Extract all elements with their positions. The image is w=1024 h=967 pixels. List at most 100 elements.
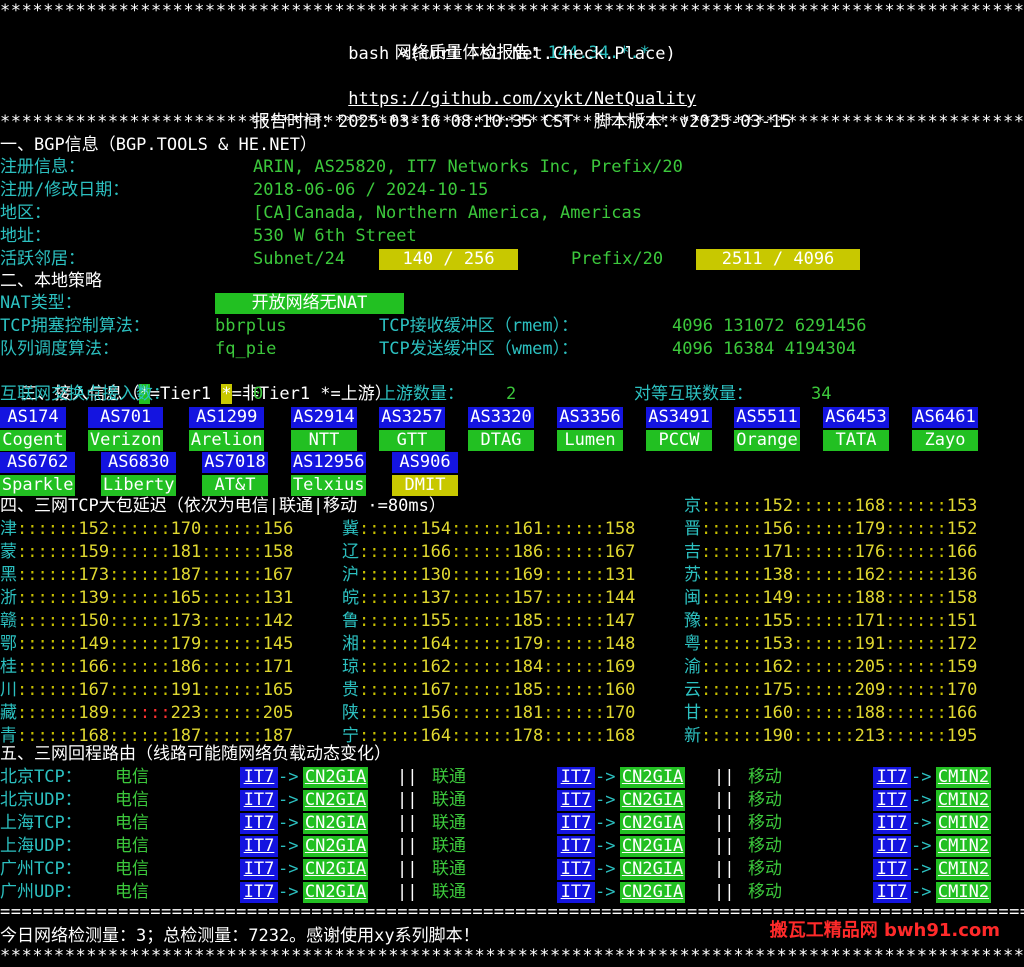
route-telecom-divider: || — [397, 813, 418, 833]
latency-dots: :::::: — [451, 588, 513, 608]
local-section-title: 二、本地策略 — [0, 271, 102, 291]
peer-count: 34 — [811, 384, 832, 404]
latency-telecom: 137 — [420, 588, 452, 608]
peer-name: Cogent — [0, 430, 66, 451]
command-line: bash <(curl -sL Net.Check.Place) — [348, 44, 676, 64]
route-mobile-hop2: CMIN2 — [936, 836, 991, 857]
latency-unicom: 188 — [854, 588, 886, 608]
latency-dots: :::::: — [109, 634, 171, 654]
route-unicom-arrow: -> — [595, 790, 616, 810]
route-unicom-divider: || — [714, 767, 735, 787]
latency-dots: :::::: — [451, 542, 513, 562]
route-unicom-hop1: IT7 — [557, 790, 595, 811]
latency-telecom: 173 — [78, 565, 110, 585]
province-label: 贵 — [342, 680, 359, 700]
province-label: 云 — [684, 680, 701, 700]
latency-dots: :::::: — [701, 519, 763, 539]
latency-cell: 桂::::::166::::::186::::::171 — [0, 657, 293, 678]
latency-dots: :::::: — [359, 565, 421, 585]
latency-mobile: 131 — [262, 588, 294, 608]
peer-name: NTT — [291, 430, 357, 451]
latency-mobile: 158 — [604, 519, 636, 539]
latency-mobile: 147 — [604, 611, 636, 631]
route-telecom-hop2: CN2GIA — [303, 882, 369, 903]
peer-name: Lumen — [557, 430, 623, 451]
latency-dots: :::::: — [451, 726, 513, 746]
latency-cell: 蒙::::::159::::::181::::::158 — [0, 542, 293, 563]
latency-telecom: 138 — [762, 565, 794, 585]
latency-dots: :::::: — [701, 634, 763, 654]
route-unicom-hop1: IT7 — [557, 767, 595, 788]
route-telecom-divider: || — [397, 882, 418, 902]
report-time-line: 报告时间：2025-03-16 08:10:35 CST 脚本版本：v2025-… — [0, 89, 1024, 132]
route-telecom-label: 电信 — [115, 813, 149, 833]
latency-dots: :::::: — [543, 657, 605, 677]
latency-telecom: 162 — [762, 657, 794, 677]
province-label: 鄂 — [0, 634, 17, 654]
latency-dots: :::::: — [201, 519, 263, 539]
latency-telecom: 152 — [78, 519, 110, 539]
wmem-value: 4096 16384 4194304 — [672, 339, 857, 359]
routes-section-title: 五、三网回程路由（线路可能随网络负载动态变化） — [0, 744, 391, 764]
route-mobile-label: 移动 — [748, 790, 782, 810]
latency-unicom: 162 — [854, 565, 886, 585]
latency-cell: 渝::::::162::::::205::::::159 — [684, 657, 977, 678]
latency-dots: :::::: — [451, 519, 513, 539]
latency-mobile: 171 — [262, 657, 294, 677]
latency-mobile: 165 — [262, 680, 294, 700]
route-telecom-label: 电信 — [115, 859, 149, 879]
latency-telecom: 166 — [78, 657, 110, 677]
peer-as: AS174 — [0, 407, 66, 428]
latency-unicom: 168 — [854, 496, 886, 516]
route-city: 上海UDP： — [0, 836, 82, 856]
province-label: 豫 — [684, 611, 701, 631]
route-mobile-arrow: -> — [911, 859, 932, 879]
latency-mobile: 153 — [946, 496, 978, 516]
latency-dots: :::::: — [201, 542, 263, 562]
latency-mobile: 136 — [946, 565, 978, 585]
latency-telecom: 160 — [762, 703, 794, 723]
latency-mobile: 159 — [946, 657, 978, 677]
province-label: 京 — [684, 496, 701, 516]
route-telecom-divider: || — [397, 767, 418, 787]
latency-dots: :::::: — [451, 634, 513, 654]
latency-unicom: 179 — [170, 634, 202, 654]
route-telecom-hop2: CN2GIA — [303, 836, 369, 857]
latency-dots: :::::: — [793, 703, 855, 723]
latency-telecom: 171 — [762, 542, 794, 562]
route-unicom-arrow: -> — [595, 813, 616, 833]
route-unicom-divider: || — [714, 859, 735, 879]
latency-unicom: 171 — [854, 611, 886, 631]
peer-as: AS6762 — [0, 452, 76, 473]
cc-label: TCP拥塞控制算法： — [0, 316, 150, 336]
latency-cell: 新::::::190::::::213::::::195 — [684, 726, 977, 747]
latency-telecom: 152 — [762, 496, 794, 516]
peer-as: AS6453 — [823, 407, 889, 428]
latency-cell: 鄂::::::149::::::179::::::145 — [0, 634, 293, 655]
latency-mobile: 170 — [604, 703, 636, 723]
nat-label: NAT类型： — [0, 293, 82, 313]
rmem-label: TCP接收缓冲区（rmem）： — [379, 316, 579, 336]
latency-dots: :::::: — [793, 542, 855, 562]
latency-unicom: 187 — [170, 565, 202, 585]
province-label: 川 — [0, 680, 17, 700]
latency-mobile: 205 — [262, 703, 294, 723]
latency-unicom: 205 — [854, 657, 886, 677]
peer-as: AS7018 — [202, 452, 268, 473]
latency-dots: :::::: — [543, 703, 605, 723]
latency-dots: :::::: — [885, 565, 947, 585]
peer-as: AS3257 — [379, 407, 445, 428]
latency-dots: :::::: — [109, 542, 171, 562]
latency-cell: 皖::::::137::::::157::::::144 — [342, 588, 635, 609]
province-label: 鲁 — [342, 611, 359, 631]
province-label: 新 — [684, 726, 701, 746]
latency-dots: :::::: — [885, 726, 947, 746]
peer-as: AS6830 — [101, 452, 177, 473]
latency-dots: :::::: — [543, 588, 605, 608]
route-mobile-arrow: -> — [911, 790, 932, 810]
latency-unicom: 191 — [854, 634, 886, 654]
prefix-badge: 2511 / 4096 — [696, 249, 860, 270]
peer-name: TATA — [823, 430, 889, 451]
province-label: 琼 — [342, 657, 359, 677]
latency-dots: :::::: — [17, 542, 79, 562]
